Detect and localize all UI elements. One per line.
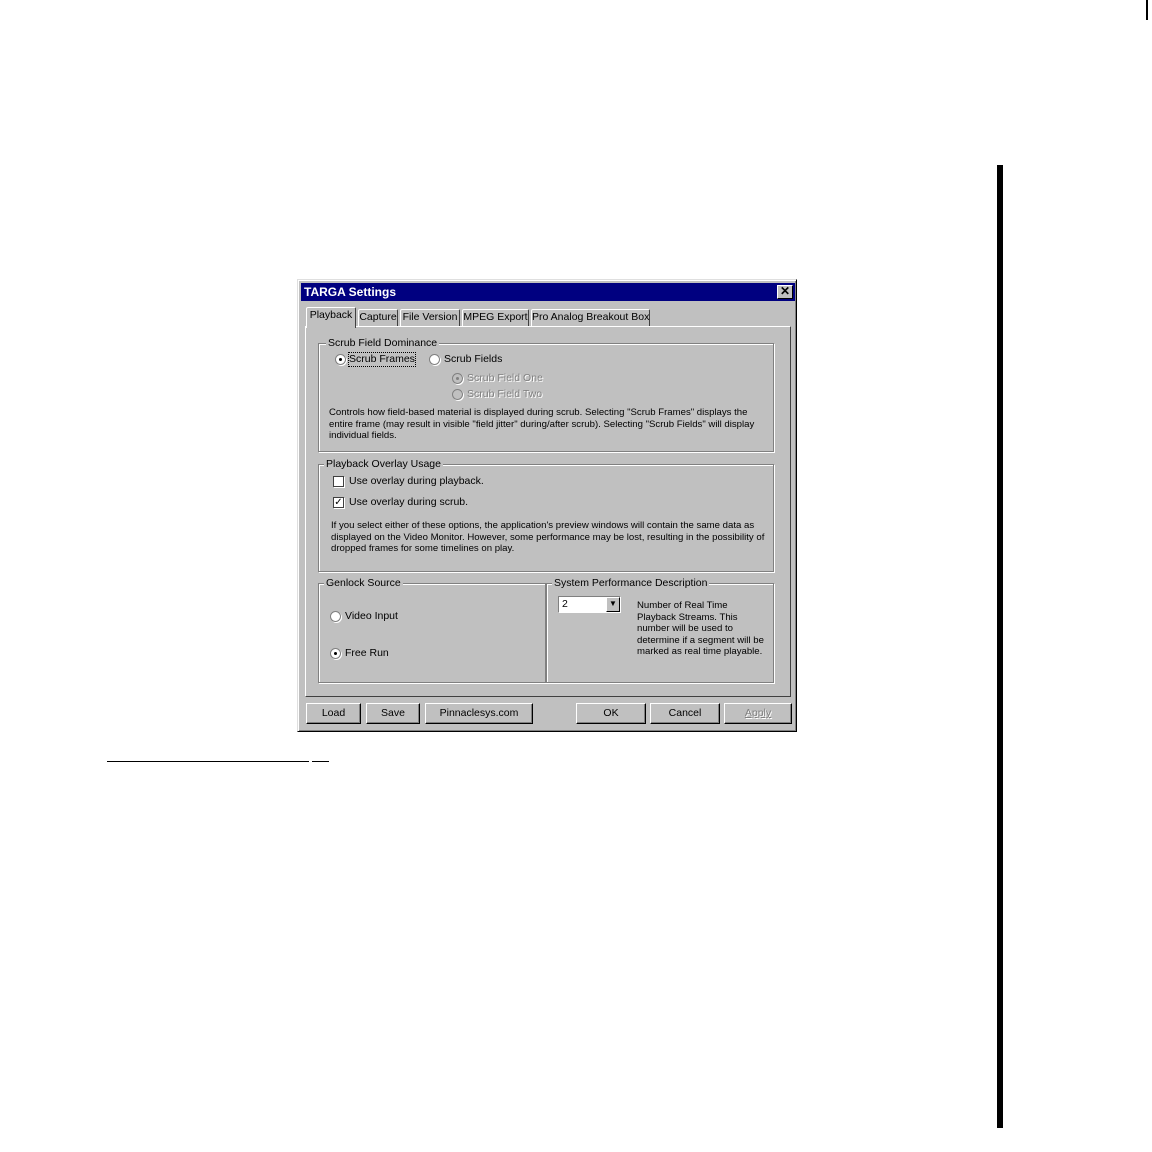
group-title: Genlock Source (324, 576, 403, 590)
scrub-field-one-label[interactable]: Scrub Field One (467, 372, 543, 385)
tab-pro-analog-breakout-box[interactable]: Pro Analog Breakout Box (531, 309, 650, 326)
apply-label: Apply (744, 707, 772, 719)
ok-button[interactable]: OK (576, 703, 646, 724)
close-button[interactable]: ✕ (777, 285, 793, 299)
targa-settings-dialog: TARGA Settings ✕ Playback Capture File V… (297, 279, 797, 732)
overlay-playback-checkbox[interactable] (333, 476, 344, 487)
tab-file-version[interactable]: File Version (400, 309, 460, 326)
scrub-fields-label[interactable]: Scrub Fields (444, 353, 502, 366)
overlay-description: If you select either of these options, t… (331, 520, 765, 555)
load-button[interactable]: Load (306, 703, 361, 724)
radio-selected-dot (456, 377, 459, 380)
footnote-rule (107, 761, 309, 762)
chevron-down-icon: ▼ (609, 599, 617, 608)
playback-streams-select[interactable]: 2 ▼ (558, 596, 621, 613)
scrub-field-two-label[interactable]: Scrub Field Two (467, 388, 542, 401)
checkmark-icon: ✓ (334, 497, 343, 508)
scrub-frames-label[interactable]: Scrub Frames (348, 352, 416, 367)
page-edge-rule (1146, 0, 1148, 20)
video-input-label[interactable]: Video Input (345, 610, 398, 623)
overlay-scrub-label[interactable]: Use overlay during scrub. (349, 496, 468, 509)
scrub-description: Controls how field-based material is dis… (329, 407, 755, 442)
group-title: Scrub Field Dominance (326, 336, 440, 350)
close-icon: ✕ (779, 284, 791, 298)
group-title: Playback Overlay Usage (324, 457, 443, 471)
free-run-label[interactable]: Free Run (345, 647, 389, 660)
scrub-field-two-radio[interactable] (452, 389, 463, 400)
group-title: System Performance Description (552, 576, 710, 590)
scrub-field-one-radio[interactable] (452, 373, 463, 384)
overlay-playback-label[interactable]: Use overlay during playback. (349, 475, 484, 488)
free-run-radio[interactable] (330, 648, 341, 659)
tab-mpeg-export[interactable]: MPEG Export (462, 309, 529, 326)
radio-selected-dot (334, 652, 337, 655)
streams-value: 2 (562, 598, 568, 610)
radio-selected-dot (339, 358, 342, 361)
tab-playback[interactable]: Playback (306, 307, 356, 328)
performance-description: Number of Real Time Playback Streams. Th… (637, 600, 764, 658)
overlay-scrub-checkbox[interactable]: ✓ (333, 497, 344, 508)
dialog-title: TARGA Settings (304, 285, 396, 299)
footnote-rule-tail (312, 761, 329, 762)
dropdown-button[interactable]: ▼ (606, 597, 620, 612)
apply-button[interactable]: Apply (724, 703, 792, 724)
scrub-fields-radio[interactable] (429, 354, 440, 365)
pinnaclesys-button[interactable]: Pinnaclesys.com (425, 703, 533, 724)
genlock-source-group: Genlock Source (318, 576, 546, 683)
page-margin-bar (997, 165, 1003, 1128)
save-button[interactable]: Save (366, 703, 420, 724)
tab-capture[interactable]: Capture (358, 309, 398, 326)
video-input-radio[interactable] (330, 611, 341, 622)
cancel-button[interactable]: Cancel (650, 703, 720, 724)
scrub-frames-radio[interactable] (335, 354, 346, 365)
title-bar[interactable]: TARGA Settings ✕ (301, 283, 795, 301)
